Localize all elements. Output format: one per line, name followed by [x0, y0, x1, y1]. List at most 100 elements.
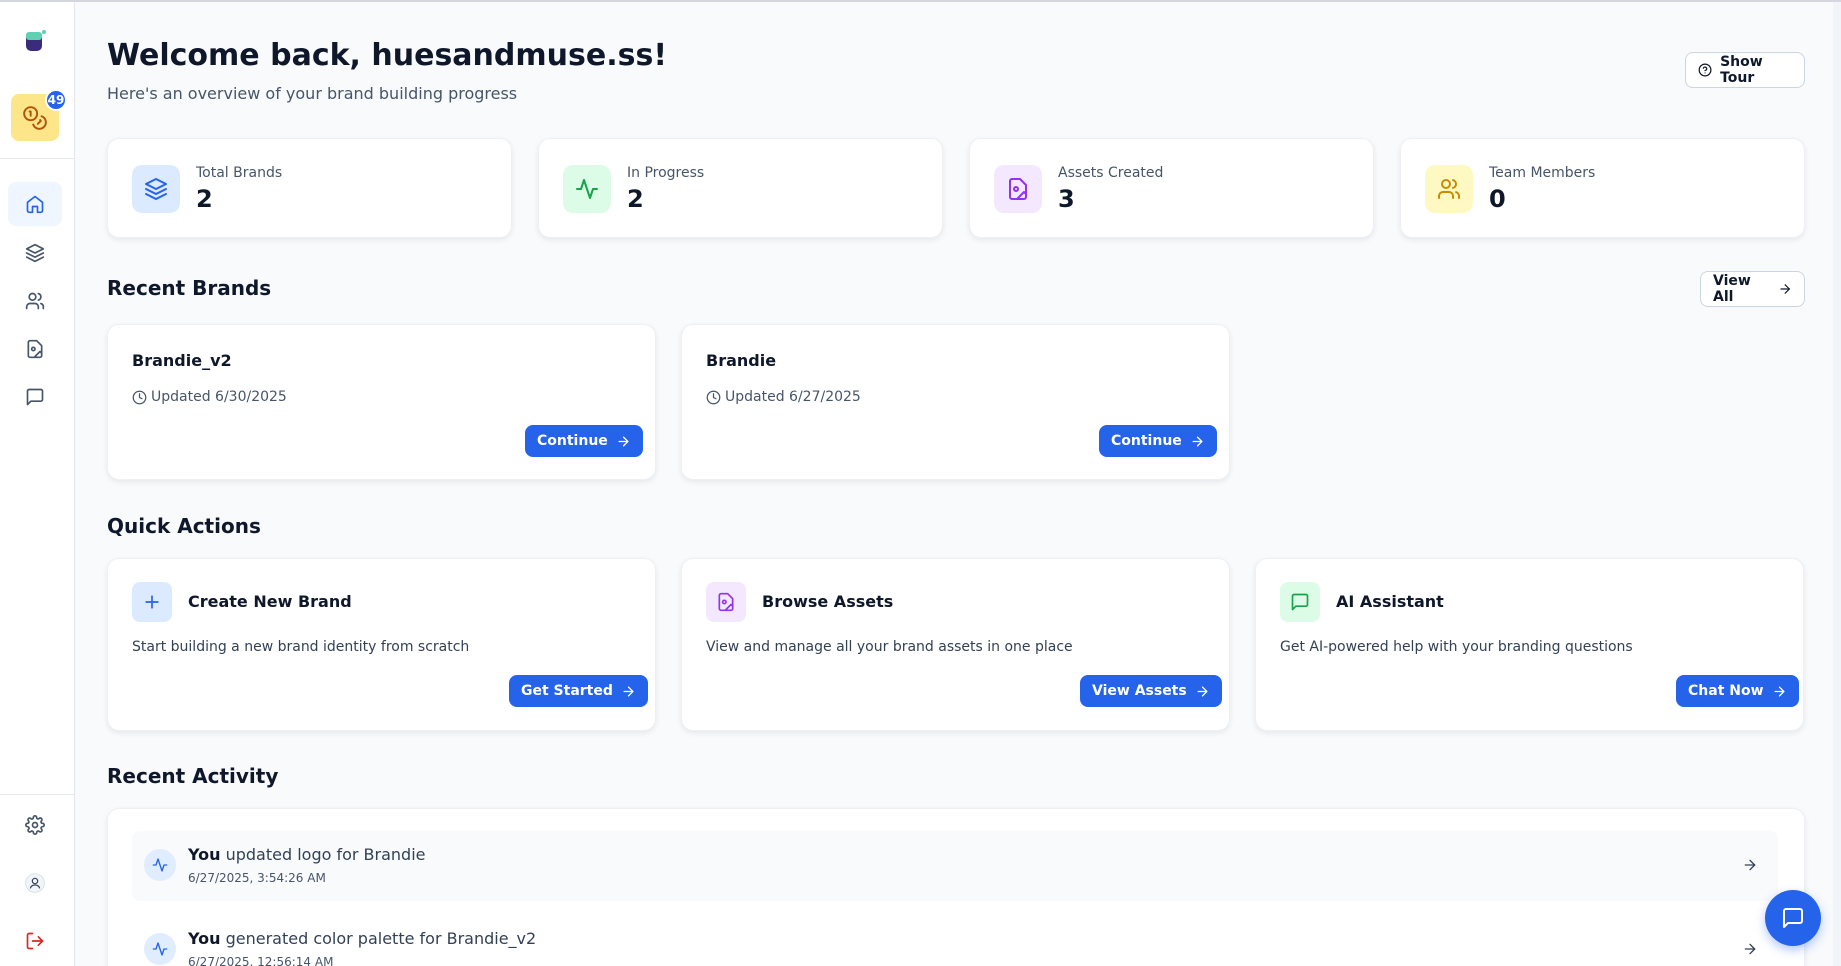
file-image-icon: [27, 339, 43, 359]
get-started-button[interactable]: Get Started: [509, 675, 648, 707]
stat-icon-box: [132, 165, 180, 213]
page-title: Welcome back, huesandmuse.ss!: [107, 38, 667, 73]
chat-fab-button[interactable]: [1765, 890, 1821, 946]
nav-team[interactable]: [8, 279, 62, 323]
activity-description: generated color palette for Brandie_v2: [220, 929, 537, 948]
sidebar-divider: [0, 158, 75, 159]
activity-icon-box: [144, 849, 176, 881]
layers-icon: [25, 243, 45, 263]
avatar-icon: [25, 873, 45, 893]
message-square-icon: [1291, 593, 1309, 611]
brand-name: Brandie_v2: [132, 351, 232, 370]
nav-settings[interactable]: [8, 803, 62, 847]
qa-title: Create New Brand: [188, 592, 352, 611]
nav-profile[interactable]: [8, 861, 62, 905]
arrow-right-icon: [1192, 436, 1203, 446]
quick-action-ai-assistant: AI Assistant Get AI-powered help with yo…: [1255, 558, 1804, 731]
continue-label: Continue: [1111, 433, 1182, 449]
arrow-right-icon: [623, 686, 634, 696]
clock-icon: [132, 390, 147, 404]
brand-updated: Updated 6/30/2025: [132, 389, 287, 405]
qa-icon-box: [1280, 582, 1320, 622]
activity-actor: You: [188, 929, 221, 948]
chat-now-button[interactable]: Chat Now: [1676, 675, 1799, 707]
stat-value: 3: [1058, 185, 1075, 213]
app-logo[interactable]: [24, 28, 48, 54]
activity-icon: [152, 858, 168, 872]
qa-desc: Start building a new brand identity from…: [132, 639, 470, 655]
qa-desc: View and manage all your brand assets in…: [706, 639, 1073, 655]
activity-panel: You updated logo for Brandie 6/27/2025, …: [107, 808, 1805, 966]
home-icon: [26, 195, 44, 214]
view-assets-label: View Assets: [1092, 683, 1187, 699]
show-tour-button[interactable]: Show Tour: [1685, 52, 1805, 88]
message-square-icon: [26, 388, 44, 406]
plus-icon: [145, 595, 159, 609]
stat-label: Assets Created: [1058, 165, 1164, 181]
help-circle-icon: [1698, 63, 1712, 77]
nav-logout[interactable]: [8, 919, 62, 963]
layers-icon: [145, 178, 167, 200]
brand-updated: Updated 6/27/2025: [706, 389, 861, 405]
quick-action-create-brand: Create New Brand Start building a new br…: [107, 558, 656, 731]
stat-value: 2: [627, 185, 644, 213]
file-image-icon: [1009, 178, 1027, 200]
activity-description: updated logo for Brandie: [220, 845, 426, 864]
logout-icon: [26, 932, 44, 950]
arrow-right-icon[interactable]: [1742, 941, 1758, 957]
brand-card[interactable]: Brandie Updated 6/27/2025 Continue: [681, 324, 1230, 480]
users-icon: [1438, 179, 1460, 199]
message-square-icon: [1783, 908, 1803, 928]
arrow-right-icon: [1774, 686, 1785, 696]
scrollbar[interactable]: [1833, 2, 1841, 966]
stat-icon-box: [563, 165, 611, 213]
activity-text: You updated logo for Brandie: [188, 845, 426, 864]
continue-button[interactable]: Continue: [525, 425, 643, 457]
nav-brands[interactable]: [8, 231, 62, 275]
brand-card[interactable]: Brandie_v2 Updated 6/30/2025 Continue: [107, 324, 656, 480]
recent-activity-title: Recent Activity: [107, 764, 279, 788]
arrow-right-icon[interactable]: [1742, 857, 1758, 873]
view-all-label: View All: [1713, 273, 1751, 305]
stat-card-in-progress: In Progress 2: [538, 138, 943, 238]
stat-value: 2: [196, 185, 213, 213]
stat-label: Total Brands: [196, 165, 283, 181]
qa-desc: Get AI-powered help with your branding q…: [1280, 639, 1633, 655]
activity-actor: You: [188, 845, 221, 864]
arrow-right-icon: [1780, 284, 1790, 294]
view-all-button[interactable]: View All: [1700, 271, 1805, 307]
view-assets-button[interactable]: View Assets: [1080, 675, 1222, 707]
activity-item[interactable]: You generated color palette for Brandie_…: [132, 915, 1778, 966]
qa-icon-box: [706, 582, 746, 622]
show-tour-label: Show Tour: [1720, 54, 1763, 86]
quick-action-browse-assets: Browse Assets View and manage all your b…: [681, 558, 1230, 731]
stat-card-assets-created: Assets Created 3: [969, 138, 1374, 238]
activity-icon: [152, 942, 168, 956]
stat-card-team-members: Team Members 0: [1400, 138, 1805, 238]
brand-updated-text: Updated 6/30/2025: [151, 389, 287, 405]
continue-label: Continue: [537, 433, 608, 449]
page-subtitle: Here's an overview of your brand buildin…: [107, 84, 518, 103]
stat-label: In Progress: [627, 165, 705, 181]
nav-home[interactable]: [8, 182, 62, 226]
continue-button[interactable]: Continue: [1099, 425, 1217, 457]
credits-badge: 49: [45, 89, 67, 111]
activity-time: 6/27/2025, 3:54:26 AM: [188, 871, 326, 885]
sidebar: 49: [0, 2, 75, 966]
qa-icon-box: [132, 582, 172, 622]
arrow-right-icon: [618, 436, 629, 446]
qa-title: Browse Assets: [762, 592, 894, 611]
nav-assets[interactable]: [8, 327, 62, 371]
stat-icon-box: [1425, 165, 1473, 213]
stat-label: Team Members: [1489, 165, 1596, 181]
get-started-label: Get Started: [521, 683, 613, 699]
activity-text: You generated color palette for Brandie_…: [188, 929, 536, 948]
file-image-icon: [718, 592, 734, 612]
nav-chat[interactable]: [8, 375, 62, 419]
stat-card-total-brands: Total Brands 2: [107, 138, 512, 238]
activity-icon: [576, 179, 598, 199]
activity-item[interactable]: You updated logo for Brandie 6/27/2025, …: [132, 831, 1778, 901]
stat-value: 0: [1489, 185, 1506, 213]
arrow-right-icon: [1197, 686, 1208, 696]
brand-updated-text: Updated 6/27/2025: [725, 389, 861, 405]
